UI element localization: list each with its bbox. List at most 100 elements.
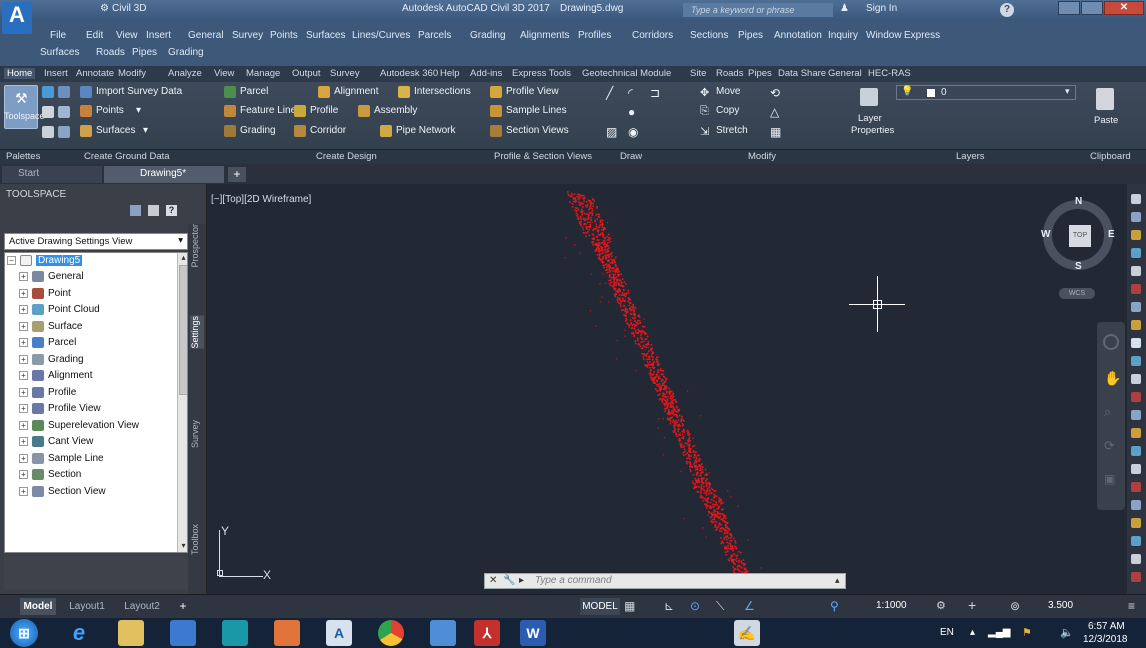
recent-commands-icon[interactable]: ▸ bbox=[519, 575, 524, 586]
workspace-name[interactable]: Civil 3D bbox=[112, 3, 146, 14]
ribbon-tab-help[interactable]: Help bbox=[440, 68, 460, 79]
ribbon-tab-general[interactable]: General bbox=[828, 68, 862, 79]
collapse-icon[interactable]: − bbox=[7, 256, 16, 265]
grid-icon[interactable]: ▦ bbox=[624, 599, 635, 613]
settings-icon[interactable] bbox=[58, 86, 70, 98]
navigation-bar[interactable]: ✋ ⌕ ⟳ ▣ bbox=[1097, 322, 1125, 510]
minimize-button[interactable] bbox=[1058, 1, 1080, 15]
tab-layout1[interactable]: Layout1 bbox=[62, 598, 112, 615]
app-icon-blue[interactable] bbox=[170, 620, 196, 646]
command-line[interactable]: ✕ 🔧 ▸ Type a command ▴ bbox=[484, 573, 846, 589]
right-tool-icon[interactable] bbox=[1131, 410, 1141, 420]
tree-item-cant-view[interactable]: + Cant View bbox=[19, 436, 93, 452]
scroll-thumb[interactable] bbox=[179, 265, 187, 395]
ribbon-tab-home[interactable]: Home bbox=[4, 68, 36, 79]
rotate-icon[interactable]: ⟲ bbox=[770, 86, 780, 100]
right-tool-icon[interactable] bbox=[1131, 428, 1141, 438]
expand-icon[interactable]: + bbox=[19, 272, 28, 281]
wcs-button[interactable]: WCS bbox=[1059, 288, 1095, 299]
menu-item-insert[interactable]: Insert bbox=[146, 30, 171, 41]
scale-dropdown[interactable]: 1:1000 bbox=[876, 600, 907, 611]
expand-icon[interactable]: + bbox=[19, 371, 28, 380]
snap-icon[interactable]: ⊾ bbox=[664, 599, 674, 613]
menu-item-express[interactable]: Express bbox=[904, 30, 940, 41]
viewcube[interactable]: TOP bbox=[1043, 200, 1113, 270]
tab-model[interactable]: Model bbox=[20, 598, 56, 615]
ribbon-tab-annotate[interactable]: Annotate bbox=[76, 68, 114, 79]
right-tool-icon[interactable] bbox=[1131, 194, 1141, 204]
polyline-icon[interactable]: ⊐ bbox=[650, 86, 660, 100]
expand-icon[interactable]: + bbox=[19, 288, 28, 298]
scroll-down-icon[interactable]: ▾ bbox=[178, 541, 187, 552]
toolspace-tab-prospector[interactable]: Prospector bbox=[190, 224, 204, 268]
tree-item-superelevation-view[interactable]: + Superelevation View bbox=[19, 419, 139, 436]
surfaces-button[interactable]: Surfaces bbox=[96, 125, 135, 136]
tree-item-grading[interactable]: + Grading bbox=[19, 353, 84, 370]
sample-lines-button[interactable]: Sample Lines bbox=[506, 105, 567, 116]
corridor-button[interactable]: Corridor bbox=[310, 125, 346, 136]
ribbon-tab-insert[interactable]: Insert bbox=[44, 68, 68, 79]
chrome-icon[interactable] bbox=[378, 620, 404, 646]
toolspace-view-icon[interactable] bbox=[148, 205, 159, 216]
help-icon[interactable]: ? bbox=[166, 205, 177, 216]
tree-item-alignment[interactable]: + Alignment bbox=[19, 370, 92, 386]
tree-item-general[interactable]: + General bbox=[19, 271, 84, 287]
command-input[interactable]: Type a command bbox=[535, 575, 612, 586]
layer-properties-label-2[interactable]: Properties bbox=[851, 125, 894, 136]
ribbon-tab-view[interactable]: View bbox=[214, 68, 234, 79]
line-icon[interactable]: ╱ bbox=[606, 86, 613, 100]
right-tool-icon[interactable] bbox=[1131, 500, 1141, 510]
layer-properties-label-1[interactable]: Layer bbox=[858, 113, 882, 124]
language-indicator[interactable]: EN bbox=[940, 627, 954, 638]
copy-button[interactable]: Copy bbox=[716, 105, 739, 116]
prospector-icon[interactable] bbox=[42, 86, 54, 98]
grading-button[interactable]: Grading bbox=[240, 125, 276, 136]
expand-icon[interactable]: + bbox=[19, 354, 28, 364]
help-icon[interactable]: ? bbox=[1000, 3, 1014, 17]
ribbon-tab-hec-ras[interactable]: HEC-RAS bbox=[868, 68, 911, 79]
menu-item-view[interactable]: View bbox=[116, 30, 138, 41]
toolspace-tool-icon[interactable] bbox=[130, 205, 141, 216]
paste-button[interactable]: Paste bbox=[1094, 115, 1118, 126]
right-tool-icon[interactable] bbox=[1131, 266, 1141, 276]
expand-icon[interactable]: + bbox=[19, 420, 28, 430]
ribbon-tab-modify[interactable]: Modify bbox=[118, 68, 146, 79]
ribbon-tab-roads[interactable]: Roads bbox=[716, 68, 743, 79]
points-button[interactable]: Points bbox=[96, 105, 124, 116]
pipe-network-button[interactable]: Pipe Network bbox=[396, 125, 455, 136]
panel-label-modify[interactable]: Modify bbox=[748, 151, 776, 162]
app-icon-teal[interactable] bbox=[222, 620, 248, 646]
add-icon[interactable]: + bbox=[968, 597, 976, 613]
ribbon-tab-add-ins[interactable]: Add-ins bbox=[470, 68, 502, 79]
panel-label-clipboard[interactable]: Clipboard bbox=[1090, 151, 1131, 162]
scroll-up-icon[interactable]: ▴ bbox=[178, 253, 187, 264]
move-button[interactable]: Move bbox=[716, 86, 740, 97]
expand-icon[interactable]: + bbox=[19, 404, 28, 413]
menu-item-sections[interactable]: Sections bbox=[690, 30, 728, 41]
menu-item-window[interactable]: Window bbox=[866, 30, 902, 41]
menu-item-points[interactable]: Points bbox=[270, 30, 298, 41]
parcel-button[interactable]: Parcel bbox=[240, 86, 268, 97]
menu-item-profiles[interactable]: Profiles bbox=[578, 30, 611, 41]
tree-item-point-cloud[interactable]: + Point Cloud bbox=[19, 304, 100, 320]
points-dropdown-icon[interactable]: ▾ bbox=[136, 105, 141, 116]
ribbon-tab-autodesk-360[interactable]: Autodesk 360 bbox=[380, 68, 438, 79]
app-icon-orange[interactable] bbox=[274, 620, 300, 646]
right-tool-icon[interactable] bbox=[1131, 464, 1141, 474]
properties-icon[interactable] bbox=[42, 126, 54, 138]
menu-item-roads[interactable]: Roads bbox=[96, 47, 125, 58]
acrobat-icon[interactable]: ⅄ bbox=[474, 620, 500, 646]
menu-item-lines-curves[interactable]: Lines/Curves bbox=[352, 30, 410, 41]
ribbon-tab-geotechnical-module[interactable]: Geotechnical Module bbox=[582, 68, 671, 79]
volume-icon[interactable]: 🔈 bbox=[1060, 626, 1074, 639]
right-tool-icon[interactable] bbox=[1131, 338, 1141, 348]
isolate-icon[interactable]: ⊚ bbox=[1010, 599, 1020, 613]
sign-in-button[interactable]: Sign In bbox=[866, 3, 897, 14]
tab-start[interactable]: Start bbox=[2, 166, 102, 183]
menu-item-surfaces[interactable]: Surfaces bbox=[306, 30, 345, 41]
right-tool-icon[interactable] bbox=[1131, 536, 1141, 546]
expand-icon[interactable]: + bbox=[19, 437, 28, 446]
panel-label-create-ground-data[interactable]: Create Ground Data bbox=[84, 151, 170, 162]
osnap-icon[interactable]: ∠ bbox=[744, 599, 755, 613]
maximize-button[interactable] bbox=[1081, 1, 1103, 15]
